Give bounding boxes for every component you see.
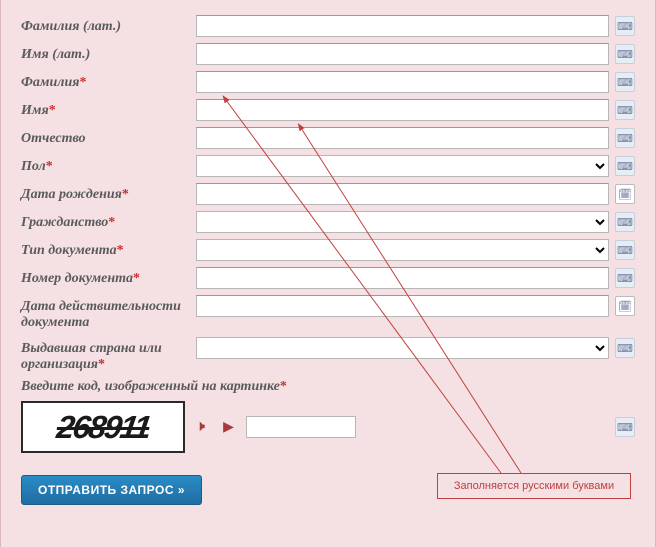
row-citizenship: Гражданство* ⌨ (21, 211, 635, 233)
row-surname: Фамилия* ⌨ (21, 71, 635, 93)
play-icon[interactable]: ▶ (223, 419, 234, 436)
row-gender: Пол* ⌨ (21, 155, 635, 177)
label-surname-lat: Фамилия (лат.) (21, 15, 196, 35)
calendar-icon[interactable]: 🗓 (615, 296, 635, 316)
input-name-lat[interactable] (196, 43, 609, 65)
input-captcha[interactable] (246, 416, 356, 438)
keyboard-icon[interactable]: ⌨ (615, 240, 635, 260)
select-doc-type[interactable] (196, 239, 609, 261)
input-doc-valid[interactable] (196, 295, 609, 317)
keyboard-icon[interactable]: ⌨ (615, 16, 635, 36)
select-gender[interactable] (196, 155, 609, 177)
annotation-note: Заполняется русскими буквами (437, 473, 631, 499)
captcha-controls: 🕨 ▶ (195, 418, 234, 436)
keyboard-icon[interactable]: ⌨ (615, 100, 635, 120)
label-doc-type: Тип документа* (21, 239, 196, 259)
keyboard-icon[interactable]: ⌨ (615, 72, 635, 92)
label-name: Имя* (21, 99, 196, 119)
keyboard-icon[interactable]: ⌨ (615, 268, 635, 288)
select-citizenship[interactable] (196, 211, 609, 233)
label-citizenship: Гражданство* (21, 211, 196, 231)
label-birth-date: Дата рождения* (21, 183, 196, 203)
row-doc-valid: Дата действительности документа 🗓 (21, 295, 635, 331)
input-patronymic[interactable] (196, 127, 609, 149)
form-container: Фамилия (лат.) ⌨ Имя (лат.) ⌨ Фамилия* ⌨… (0, 0, 656, 547)
input-name[interactable] (196, 99, 609, 121)
calendar-icon[interactable]: 🗓 (615, 184, 635, 204)
row-name: Имя* ⌨ (21, 99, 635, 121)
label-doc-number: Номер документа* (21, 267, 196, 287)
label-issuer: Выдавшая страна или организация* (21, 337, 196, 373)
input-birth-date[interactable] (196, 183, 609, 205)
row-patronymic: Отчество ⌨ (21, 127, 635, 149)
row-birth-date: Дата рождения* 🗓 (21, 183, 635, 205)
label-patronymic: Отчество (21, 127, 196, 147)
input-surname[interactable] (196, 71, 609, 93)
keyboard-icon[interactable]: ⌨ (615, 44, 635, 64)
row-name-lat: Имя (лат.) ⌨ (21, 43, 635, 65)
speaker-icon[interactable]: 🕨 (195, 418, 205, 436)
label-name-lat: Имя (лат.) (21, 43, 196, 63)
keyboard-icon[interactable]: ⌨ (615, 212, 635, 232)
captcha-code: 268911 (54, 409, 152, 446)
row-doc-type: Тип документа* ⌨ (21, 239, 635, 261)
label-surname: Фамилия* (21, 71, 196, 91)
keyboard-icon[interactable]: ⌨ (615, 128, 635, 148)
keyboard-icon[interactable]: ⌨ (615, 417, 635, 437)
row-surname-lat: Фамилия (лат.) ⌨ (21, 15, 635, 37)
row-issuer: Выдавшая страна или организация* ⌨ (21, 337, 635, 373)
row-doc-number: Номер документа* ⌨ (21, 267, 635, 289)
keyboard-icon[interactable]: ⌨ (615, 156, 635, 176)
label-captcha: Введите код, изображенный на картинке* (21, 379, 635, 395)
captcha-row: 268911 🕨 ▶ ⌨ (21, 401, 635, 453)
keyboard-icon[interactable]: ⌨ (615, 338, 635, 358)
input-doc-number[interactable] (196, 267, 609, 289)
select-issuer[interactable] (196, 337, 609, 359)
submit-button[interactable]: ОТПРАВИТЬ ЗАПРОС » (21, 475, 202, 505)
input-surname-lat[interactable] (196, 15, 609, 37)
label-doc-valid: Дата действительности документа (21, 295, 196, 331)
captcha-image: 268911 (21, 401, 185, 453)
label-gender: Пол* (21, 155, 196, 175)
